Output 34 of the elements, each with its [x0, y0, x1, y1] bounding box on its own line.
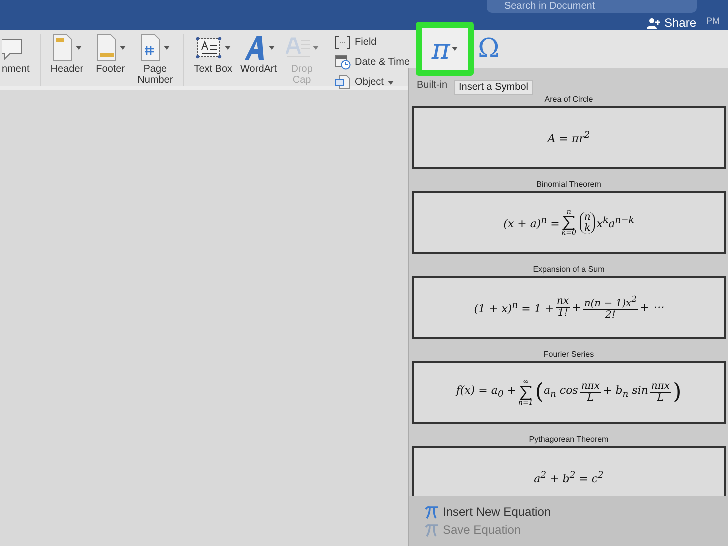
summation-sign-icon — [563, 216, 576, 230]
clock-text: PM — [706, 16, 720, 26]
ribbon-button[interactable]: WordArt — [238, 34, 280, 75]
menu-item[interactable]: Insert New Equation — [425, 505, 728, 519]
summation-sign-icon — [520, 386, 532, 400]
equation-title: Expansion of a Sum — [533, 264, 605, 276]
equation-button[interactable]: π — [416, 22, 474, 76]
calendar-clock-icon — [335, 55, 352, 70]
add-person-icon — [647, 18, 662, 28]
share-button[interactable]: Share — [647, 16, 696, 30]
pi-icon — [425, 524, 439, 536]
text-box-icon — [195, 36, 224, 60]
field-brackets-icon — [335, 36, 352, 50]
equation-title: Pythagorean Theorem — [529, 434, 609, 446]
equation-option[interactable]: A = πr$^{2}$ — [412, 106, 726, 169]
ribbon-button[interactable]: Page Number — [136, 34, 176, 86]
page-header-icon — [52, 34, 74, 62]
tooltip: Insert a Symbol — [454, 80, 534, 95]
page-number-icon — [140, 34, 162, 62]
ribbon-button[interactable]: Text Box — [192, 34, 235, 75]
ribbon-button[interactable]: Footer — [94, 34, 128, 75]
ribbon-button[interactable]: Header — [48, 34, 86, 75]
equation-title: Fourier Series — [544, 349, 594, 361]
wordart-icon — [242, 35, 267, 61]
pi-icon — [425, 506, 439, 518]
comment-button[interactable]: nment — [0, 34, 32, 75]
ribbon-button[interactable]: Date & Time — [335, 54, 410, 71]
ribbon-button[interactable]: Field — [335, 34, 410, 51]
drop-cap-icon — [285, 36, 312, 60]
page-footer-icon — [96, 34, 118, 62]
gallery-heading: Built-in — [417, 80, 448, 92]
equation-option[interactable]: a$^{2}$ + b$^{2}$ = c$^{2}$ — [412, 446, 726, 496]
equation-title: Binomial Theorem — [536, 179, 602, 191]
equation-title: Area of Circle — [544, 94, 594, 106]
